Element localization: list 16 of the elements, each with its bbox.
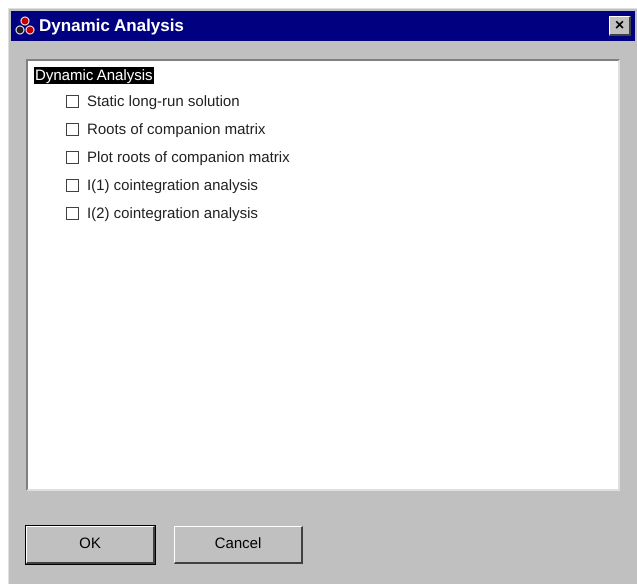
dialog-button[interactable]: Cancel — [174, 526, 303, 564]
dialog-button[interactable]: OK — [26, 526, 155, 564]
window-title: Dynamic Analysis — [39, 15, 184, 38]
close-button[interactable]: × — [609, 16, 631, 36]
app-icon — [15, 16, 35, 36]
tree-item-label: Static long-run solution — [87, 92, 240, 112]
checkbox[interactable] — [66, 95, 79, 108]
tree-item-label: I(1) cointegration analysis — [87, 176, 258, 196]
tree-item-label: Plot roots of companion matrix — [87, 148, 290, 168]
tree-root-item[interactable]: Dynamic Analysis — [34, 67, 154, 84]
checkbox[interactable] — [66, 207, 79, 220]
tree-item-label: I(2) cointegration analysis — [87, 204, 258, 224]
tree-item-label: Roots of companion matrix — [87, 120, 266, 140]
checkbox[interactable] — [66, 151, 79, 164]
checkbox[interactable] — [66, 123, 79, 136]
checkbox[interactable] — [66, 179, 79, 192]
